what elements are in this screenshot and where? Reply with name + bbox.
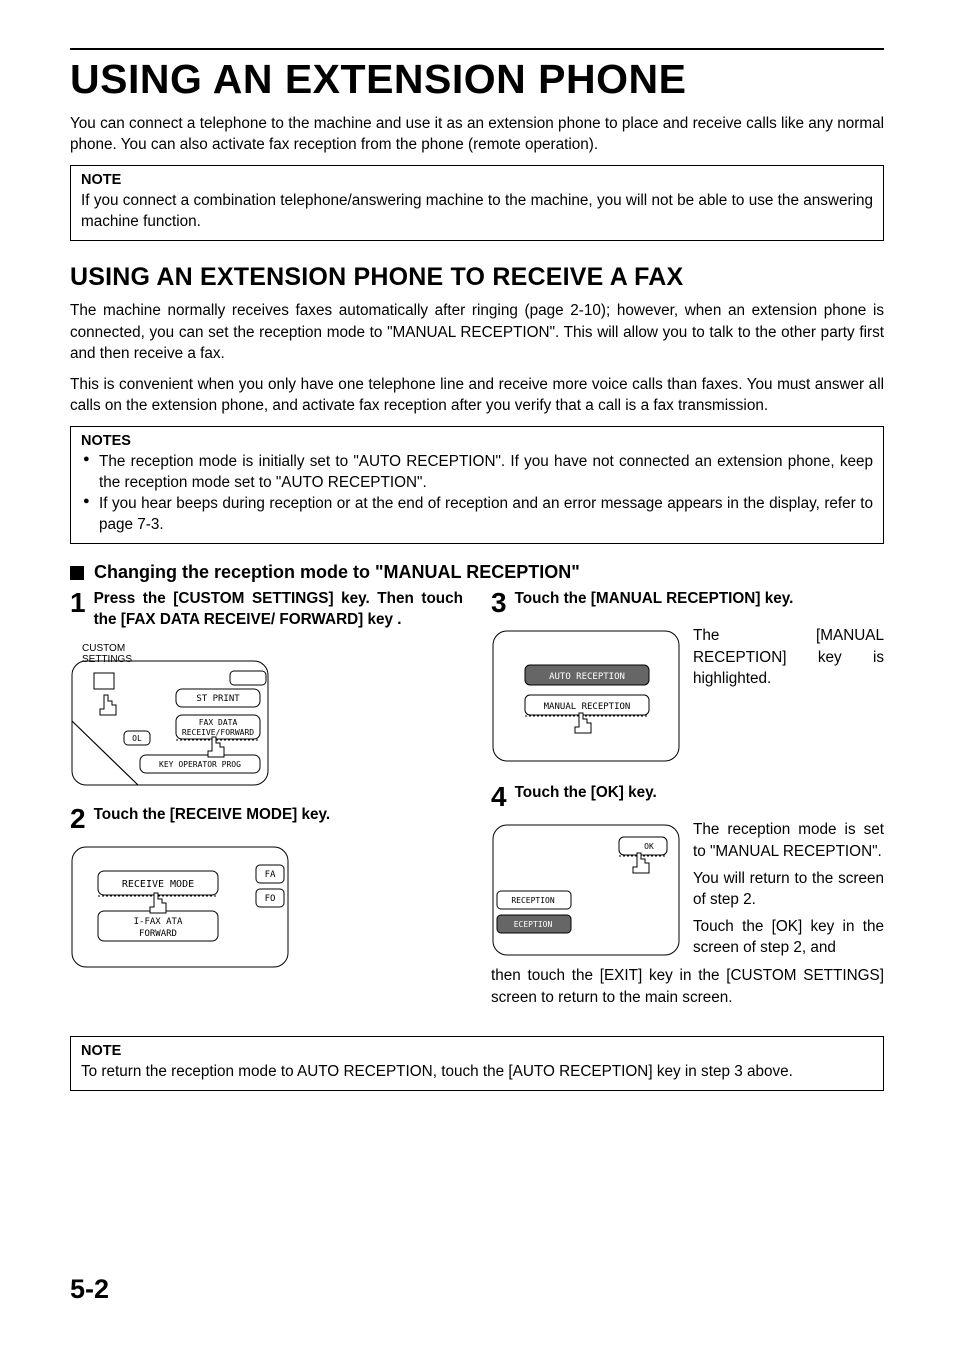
btn-label: RECEIVE MODE bbox=[122, 879, 194, 890]
subsection-heading: Changing the reception mode to "MANUAL R… bbox=[70, 562, 884, 583]
btn-label: AUTO RECEPTION bbox=[549, 672, 625, 682]
note-text: To return the reception mode to AUTO REC… bbox=[81, 1061, 873, 1082]
step-number: 1 bbox=[70, 589, 86, 617]
step-number: 4 bbox=[491, 783, 507, 811]
notes-title: NOTES bbox=[81, 433, 873, 449]
notes-box-2: NOTES The reception mode is initially se… bbox=[70, 426, 884, 544]
btn-label: MANUAL RECEPTION bbox=[544, 702, 631, 712]
step-1: 1 Press the [CUSTOM SETTINGS] key. Then … bbox=[70, 589, 463, 786]
panel-step3: AUTO RECEPTION MANUAL RECEPTION bbox=[491, 625, 681, 765]
step-title: Touch the [OK] key. bbox=[515, 783, 884, 804]
square-bullet-icon bbox=[70, 566, 84, 580]
step-number: 2 bbox=[70, 805, 86, 833]
section-p2: This is convenient when you only have on… bbox=[70, 374, 884, 416]
hand-pointer-icon bbox=[100, 695, 116, 715]
note-text: If you connect a combination telephone/a… bbox=[81, 190, 873, 232]
step-title: Touch the [MANUAL RECEPTION] key. bbox=[515, 589, 884, 610]
btn-label: FO bbox=[265, 894, 276, 904]
section-heading: USING AN EXTENSION PHONE TO RECEIVE A FA… bbox=[70, 263, 884, 292]
notes-item: The reception mode is initially set to "… bbox=[99, 451, 873, 493]
intro-paragraph: You can connect a telephone to the machi… bbox=[70, 113, 884, 155]
btn-label: ST PRINT bbox=[196, 694, 240, 704]
panel-step1: CUSTOM SETTINGS ST PRINT bbox=[70, 639, 270, 787]
note-box-1: NOTE If you connect a combination teleph… bbox=[70, 165, 884, 241]
note-title: NOTE bbox=[81, 172, 873, 188]
notes-item: If you hear beeps during reception or at… bbox=[99, 493, 873, 535]
btn-label: I-FAX ATA bbox=[134, 917, 183, 927]
step-title: Touch the [RECEIVE MODE] key. bbox=[94, 805, 463, 826]
btn-label: RECEIVE/FORWARD bbox=[182, 728, 254, 737]
step-title: Press the [CUSTOM SETTINGS] key. Then to… bbox=[94, 589, 463, 630]
btn-label: ECEPTION bbox=[514, 920, 553, 929]
step-side-text: Touch the [OK] key in the screen of step… bbox=[693, 916, 884, 958]
note-box-3: NOTE To return the reception mode to AUT… bbox=[70, 1036, 884, 1091]
top-rule bbox=[70, 48, 884, 50]
panel-step4: OK RECEPTION ECEPTION bbox=[491, 819, 681, 959]
step-4: 4 Touch the [OK] key. OK RECEPTION bbox=[491, 783, 884, 1007]
btn-label: OK bbox=[644, 842, 654, 851]
step-number: 3 bbox=[491, 589, 507, 617]
label: SETTINGS bbox=[82, 654, 132, 665]
btn-label: FA bbox=[265, 870, 276, 880]
label: CUSTOM bbox=[82, 643, 125, 654]
btn-label: RECEPTION bbox=[511, 896, 555, 905]
step-3: 3 Touch the [MANUAL RECEPTION] key. AUTO… bbox=[491, 589, 884, 765]
note-title: NOTE bbox=[81, 1043, 873, 1059]
btn-label: FORWARD bbox=[139, 929, 177, 939]
step-side-text: The [MANUAL RECEPTION] key is highlighte… bbox=[693, 625, 884, 765]
page-number: 5-2 bbox=[70, 1274, 109, 1305]
section-p1: The machine normally receives faxes auto… bbox=[70, 300, 884, 363]
subsection-heading-text: Changing the reception mode to "MANUAL R… bbox=[94, 562, 580, 583]
btn-label: FAX DATA bbox=[199, 718, 238, 727]
btn-label: KEY OPERATOR PROG bbox=[159, 760, 241, 769]
step-side-text: You will return to the screen of step 2. bbox=[693, 868, 884, 910]
btn-label: OL bbox=[132, 734, 142, 743]
step-side-text: The reception mode is set to "MANUAL REC… bbox=[693, 819, 884, 861]
page-title: USING AN EXTENSION PHONE bbox=[70, 56, 884, 103]
panel-step2: RECEIVE MODE I-FAX ATA FORWARD FA FO bbox=[70, 841, 290, 971]
step-below-text: then touch the [EXIT] key in the [CUSTOM… bbox=[491, 965, 884, 1007]
step-2: 2 Touch the [RECEIVE MODE] key. RECEIVE … bbox=[70, 805, 463, 971]
